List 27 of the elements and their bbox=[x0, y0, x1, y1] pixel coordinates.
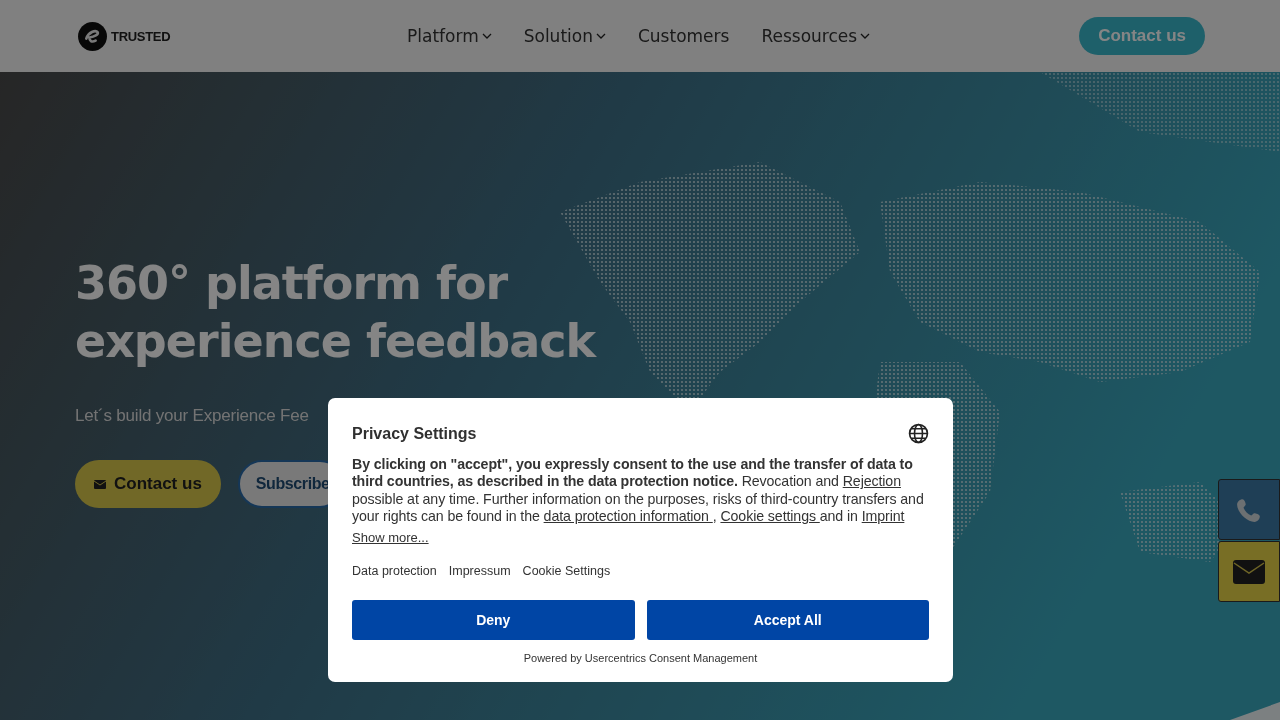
phone-button[interactable] bbox=[1218, 479, 1280, 540]
hero-heading: 360° platform for experience feedback bbox=[75, 255, 598, 370]
text-link[interactable]: Imprint bbox=[861, 508, 905, 525]
logo-text: TRUSTED bbox=[111, 28, 171, 44]
deny-button[interactable]: Deny bbox=[352, 599, 635, 640]
nav-link[interactable]: Ressources bbox=[761, 26, 871, 46]
footer-link[interactable]: Impressum bbox=[448, 563, 511, 578]
text-link[interactable]: Cookie settings bbox=[720, 508, 820, 525]
text-link[interactable]: Rejection bbox=[842, 473, 901, 490]
powered-by-text: Powered by Usercentrics Consent Management bbox=[522, 651, 759, 664]
nav-link[interactable]: Platform bbox=[407, 26, 492, 46]
nav-link[interactable]: Customers bbox=[637, 26, 730, 46]
envelope-icon bbox=[1233, 559, 1265, 584]
dialog-title: Privacy Settings bbox=[352, 424, 477, 443]
phone-icon bbox=[1236, 496, 1262, 523]
text-link[interactable]: data protection information bbox=[543, 508, 713, 525]
hero-subtitle: Let´s build your Experience Fee bbox=[75, 406, 310, 426]
email-button[interactable] bbox=[1218, 541, 1280, 602]
show-more-link[interactable]: Show more... bbox=[352, 529, 429, 545]
nav-link[interactable]: Solution bbox=[523, 26, 606, 46]
mail-icon bbox=[94, 479, 106, 489]
consent-text: By clicking on "accept", you expressly consent to the use and the transfer of data to third countries, as described in the data protection notice. Revocation and Rejection possible at any time. Further information on the purposes, risks of third-country transfers and your rights can be found in the data protection information , Cookie settings and in Imprint bbox=[352, 456, 925, 526]
globe-icon[interactable] bbox=[908, 423, 929, 444]
footer-link[interactable]: Data protection bbox=[352, 563, 437, 578]
footer-link[interactable]: Cookie Settings bbox=[522, 563, 611, 578]
logo-icon bbox=[77, 20, 108, 52]
accept-all-button[interactable]: Accept All bbox=[646, 599, 929, 640]
